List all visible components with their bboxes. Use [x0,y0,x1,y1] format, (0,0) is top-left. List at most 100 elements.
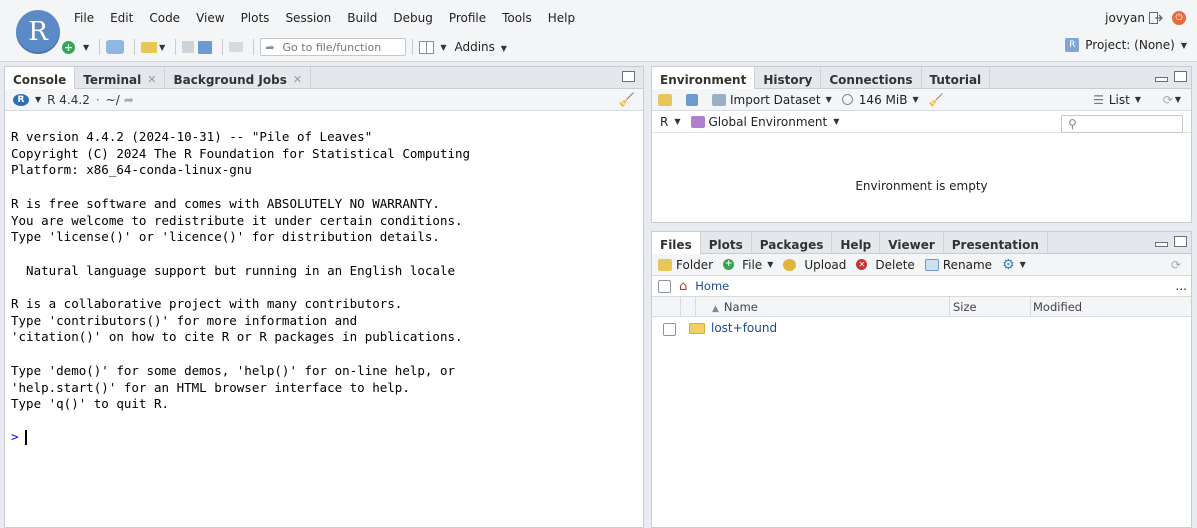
go-to-dir-icon[interactable]: ➦ [124,93,134,107]
new-file-label: File [742,257,763,272]
menu-debug[interactable]: Debug [385,8,440,30]
clear-env-icon[interactable]: 🧹 [929,93,944,107]
tab-console[interactable]: Console [5,67,76,89]
power-icon[interactable]: ⏻ [1172,11,1186,25]
clear-console-icon[interactable]: 🧹 [619,93,635,108]
new-file-button[interactable]: + File ▼ [723,258,773,272]
close-icon[interactable]: ✕ [147,73,156,86]
more-path-button[interactable]: ... [1176,279,1187,293]
import-dataset-button[interactable]: Import Dataset ▼ [712,93,832,107]
delete-button[interactable]: ✕ Delete [856,258,915,272]
menu-code[interactable]: Code [141,8,188,30]
open-file-icon[interactable]: ▼ [141,38,165,56]
console-prompt[interactable]: > [11,429,27,445]
tab-terminal[interactable]: Terminal ✕ [75,67,166,89]
language-select[interactable]: R ▼ [658,115,681,129]
menu-view[interactable]: View [188,8,232,30]
tab-viewer-label: Viewer [888,237,935,252]
project-menu[interactable]: R Project: (None) ▼ [1065,38,1187,52]
breadcrumb-home[interactable]: Home [695,279,729,293]
row-checkbox[interactable] [663,323,676,336]
r-language-icon[interactable]: R [13,93,29,106]
sort-name-column[interactable]: ▲ Name [712,300,758,314]
console-line: R is a collaborative project with many c… [11,296,403,312]
print-icon[interactable] [229,38,244,56]
refresh-icon[interactable]: ⟳ ▼ [1163,93,1181,107]
select-all-checkbox[interactable] [658,279,671,293]
save-workspace-icon[interactable] [686,93,702,106]
console-line: Copyright (C) 2024 The R Foundation for … [11,145,471,161]
menu-plots[interactable]: Plots [233,8,278,30]
memory-usage[interactable]: 146 MiB ▼ [841,93,919,107]
breadcrumb: ⌂ Home ... [652,276,1191,297]
tab-history[interactable]: History [755,67,822,89]
new-file-icon[interactable]: + ▼ [62,38,89,56]
tab-viewer[interactable]: Viewer [880,232,944,254]
menu-profile[interactable]: Profile [441,8,494,30]
r-version: R 4.4.2 [47,92,90,107]
minimize-icon[interactable] [1155,242,1168,247]
gear-icon: ⚙ [1002,256,1015,273]
new-project-icon[interactable] [106,38,125,56]
tab-files-label: Files [660,237,692,252]
env-search-input[interactable]: ⚲ [1061,115,1183,133]
menu-build[interactable]: Build [339,8,385,30]
tab-presentation[interactable]: Presentation [944,232,1048,254]
console-pane: Console Terminal ✕ Background Jobs ✕ R ▼ R… [4,66,644,528]
maximize-icon[interactable] [1174,236,1187,247]
global-environment-select[interactable]: Global Environment ▼ [690,115,839,129]
console-line: Type 'contributors()' for more informati… [11,312,358,328]
save-icon[interactable] [182,38,195,56]
menu-file[interactable]: File [66,8,102,30]
menu-edit[interactable]: Edit [102,8,141,30]
column-size-label: Size [953,300,977,314]
files-pane: Files Plots Packages Help Viewer Present… [651,231,1192,528]
text-cursor [24,430,27,445]
save-all-icon[interactable] [198,38,213,56]
tab-tutorial[interactable]: Tutorial [922,67,991,89]
file-name-link[interactable]: lost+found [711,321,777,335]
restore-icon[interactable] [622,71,635,82]
console-line: 'citation()' on how to cite R or R packa… [11,329,463,345]
home-icon[interactable]: ⌂ [679,279,687,294]
upload-button[interactable]: Upload [783,258,846,272]
table-row[interactable]: lost+found [652,318,1191,340]
load-workspace-icon[interactable] [658,93,676,106]
refresh-icon[interactable]: ⟳ [1171,258,1181,272]
console-line: R is free software and comes with ABSOLU… [11,195,440,211]
tab-help[interactable]: Help [832,232,881,254]
sort-modified-column[interactable]: Modified [1033,300,1082,314]
file-list-header: ▲ Name Size Modified [652,297,1191,317]
files-window-buttons [1149,236,1187,247]
minimize-icon[interactable] [1155,77,1168,82]
tab-packages[interactable]: Packages [752,232,833,254]
files-toolbar: Folder + File ▼ Upload ✕ Delete Rename ⚙ ▼ ⟳ [652,254,1191,276]
list-icon: ☰ [1093,92,1104,107]
menu-help[interactable]: Help [540,8,583,30]
close-icon[interactable]: ✕ [293,73,302,86]
console-line: Platform: x86_64-conda-linux-gnu [11,162,252,178]
goto-arrow-icon: ➦ [265,40,275,54]
pane-layout-icon[interactable]: ▼ [419,38,446,56]
tab-connections[interactable]: Connections [821,67,922,89]
tab-environment[interactable]: Environment [652,67,756,89]
tab-background-jobs[interactable]: Background Jobs ✕ [165,67,312,89]
menu-tools[interactable]: Tools [494,8,540,30]
project-icon: R [1065,38,1080,52]
menu-session[interactable]: Session [277,8,339,30]
sort-size-column[interactable]: Size [953,300,977,314]
more-actions-gear-button[interactable]: ⚙ ▼ [1002,257,1026,273]
list-view-menu[interactable]: ☰ List ▼ [1093,93,1141,107]
tab-files[interactable]: Files [652,232,701,254]
new-folder-button[interactable]: Folder [658,258,713,272]
tab-plots[interactable]: Plots [701,232,752,254]
pie-icon [841,94,853,105]
rename-button[interactable]: Rename [924,258,992,272]
goto-file-input[interactable]: ➦ Go to file/function [260,38,407,56]
sign-out-icon[interactable] [1149,12,1163,24]
addins-menu[interactable]: Addins ▼ [454,40,506,54]
maximize-icon[interactable] [1174,71,1187,82]
